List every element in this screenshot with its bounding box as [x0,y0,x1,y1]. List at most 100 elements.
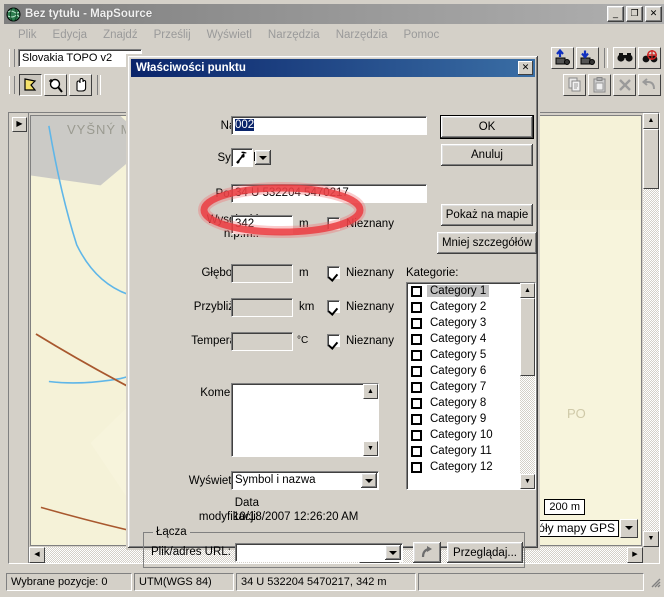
categories-scroll-thumb[interactable] [520,298,535,376]
map-vscroll-thumb[interactable] [643,129,659,189]
waypoint-properties-dialog: Właściwości punktu ✕ Nazwa: 002 Symbol: … [126,54,540,550]
comment-scrollbar[interactable]: ▲ ▼ [363,384,378,456]
go-to-link-button[interactable] [413,542,441,563]
list-item[interactable]: Category 6 [407,363,535,379]
menu-item-narzedzia-1[interactable]: Narzędzia [260,28,328,42]
checkbox-icon[interactable] [411,414,422,425]
undo-icon[interactable] [638,74,661,96]
checkbox-icon[interactable] [411,398,422,409]
categories-scroll-down-button[interactable]: ▼ [520,474,535,489]
select-tool-icon[interactable] [19,74,42,96]
list-item[interactable]: Category 11 [407,443,535,459]
paste-icon[interactable] [588,74,611,96]
temperature-unit: °C [297,335,308,346]
list-item[interactable]: Category 5 [407,347,535,363]
gps-detail-dropdown-button[interactable] [620,519,638,538]
menu-item-pomoc[interactable]: Pomoc [395,28,447,42]
categories-scrollbar[interactable]: ▲ ▼ [520,283,535,489]
dialog-close-button[interactable]: ✕ [518,61,533,75]
toolbar-grip-2[interactable] [9,76,15,94]
list-item[interactable]: Category 3 [407,315,535,331]
close-button[interactable]: ✕ [645,6,662,22]
checkbox-icon[interactable] [411,318,422,329]
scroll-left-button[interactable]: ◀ [29,547,45,563]
menu-item-przeslij[interactable]: Prześlij [146,28,199,42]
list-item[interactable]: Category 12 [407,459,535,475]
proximity-unknown-checkbox[interactable] [327,300,340,313]
list-item[interactable]: Category 10 [407,427,535,443]
status-selected-count: Wybrane pozycje: 0 [6,573,132,591]
map-product-combo[interactable]: Slovakia TOPO v2 [18,49,142,67]
menu-item-narzedzia-2[interactable]: Narzędzia [328,28,396,42]
checkbox-icon[interactable] [411,366,422,377]
zoom-tool-icon[interactable] [44,74,67,96]
scroll-right-button[interactable]: ▶ [627,547,643,563]
checkbox-icon[interactable] [411,302,422,313]
temperature-input[interactable] [231,332,293,351]
category-label: Category 11 [427,445,495,457]
list-item[interactable]: Category 8 [407,395,535,411]
pan-hand-tool-icon[interactable] [69,74,92,96]
display-dropdown-button[interactable] [361,473,377,488]
menu-item-znajdz[interactable]: Znajdź [95,28,146,42]
receive-from-device-icon[interactable] [576,47,599,69]
checkbox-icon[interactable] [411,350,422,361]
symbol-dropdown-button[interactable] [255,150,271,165]
comment-textarea[interactable]: ▲ ▼ [231,383,379,457]
map-label-po: PO [567,406,586,421]
scroll-up-button[interactable]: ▲ [643,113,659,129]
checkbox-icon[interactable] [411,334,422,345]
checkbox-icon[interactable] [411,462,422,473]
display-combo[interactable]: Symbol i nazwa [231,471,379,490]
show-on-map-button[interactable]: Pokaż na mapie [441,204,533,226]
sidebar-expander-button[interactable]: ▶ [12,117,27,132]
temperature-unknown-checkbox[interactable] [327,334,340,347]
url-combo[interactable] [235,543,403,562]
categories-label: Kategorie: [406,267,458,279]
copy-icon[interactable] [563,74,586,96]
list-item[interactable]: Category 1 [407,283,535,299]
scroll-down-button[interactable]: ▼ [643,531,659,547]
proximity-input[interactable] [231,298,293,317]
checkbox-icon[interactable] [411,382,422,393]
proximity-unknown-label: Nieznany [346,301,394,313]
resize-grip-icon[interactable] [648,575,662,589]
symbol-preview[interactable] [231,148,253,167]
checkbox-icon[interactable] [411,446,422,457]
minimize-button[interactable]: _ [607,6,624,22]
comment-scroll-down-button[interactable]: ▼ [363,441,378,456]
maximize-button[interactable]: ❐ [626,6,643,22]
category-label: Category 3 [427,317,489,329]
categories-list[interactable]: Category 1 Category 2 Category 3 Categor… [406,282,536,490]
links-group-label: Łącza [153,526,190,538]
list-item[interactable]: Category 9 [407,411,535,427]
menu-item-edycja[interactable]: Edycja [45,28,96,42]
comment-scroll-up-button[interactable]: ▲ [363,384,378,399]
cancel-button[interactable]: Anuluj [441,144,533,166]
menu-item-wyswietl[interactable]: Wyświetl [199,28,260,42]
list-item[interactable]: Category 7 [407,379,535,395]
elevation-unknown-checkbox[interactable] [327,217,340,230]
name-input[interactable]: 002 [231,116,427,135]
delete-icon[interactable] [613,74,636,96]
depth-unknown-checkbox[interactable] [327,266,340,279]
find-places-icon[interactable] [613,47,636,69]
map-vertical-scrollbar[interactable]: ▲ ▼ [643,113,659,547]
checkbox-icon[interactable] [411,430,422,441]
url-dropdown-button[interactable] [385,545,401,560]
browse-button[interactable]: Przeglądaj... [447,542,523,563]
position-input[interactable]: 34 U 532204 5470217 [231,184,427,203]
menu-item-plik[interactable]: Plik [10,28,45,42]
categories-scroll-up-button[interactable]: ▲ [520,283,535,298]
curved-arrow-icon [420,545,435,560]
find-target-icon[interactable] [638,47,661,69]
less-details-button[interactable]: Mniej szczegółów [437,232,537,254]
list-item[interactable]: Category 2 [407,299,535,315]
checkbox-icon[interactable] [411,286,422,297]
ok-button[interactable]: OK [441,116,533,138]
toolbar-grip[interactable] [9,49,15,67]
list-item[interactable]: Category 4 [407,331,535,347]
elevation-input[interactable]: 342 [231,215,293,234]
send-to-device-icon[interactable] [551,47,574,69]
depth-input[interactable] [231,264,293,283]
